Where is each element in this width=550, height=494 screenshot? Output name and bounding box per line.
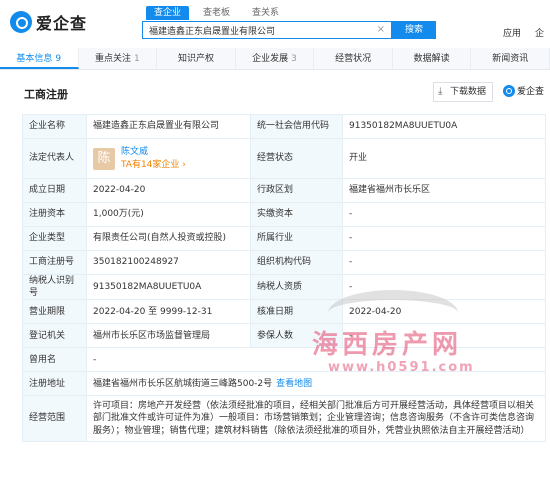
- field-label: 组织机构代码: [250, 250, 343, 275]
- download-data-button[interactable]: 下载数据: [433, 82, 493, 102]
- field-label: 曾用名: [22, 347, 87, 373]
- table-row: 注册地址 福建省福州市长乐区航城街道三峰路500-2号 查看地图: [22, 371, 546, 397]
- term-value: 2022-04-20 至 9999-12-31: [86, 299, 251, 325]
- table-row: 企业类型 有限责任公司(自然人投资或控股) 所属行业 -: [22, 226, 546, 251]
- org-code-value: -: [342, 250, 546, 275]
- field-label: 企业名称: [22, 114, 87, 139]
- tab-search-relation[interactable]: 查关系: [244, 6, 287, 20]
- site-logo[interactable]: 爱企查: [10, 10, 87, 34]
- legal-rep-cell: 陈 陈文威 TA有14家企业 ›: [86, 138, 251, 179]
- logo-icon: [10, 11, 32, 33]
- address-cell: 福建省福州市长乐区航城街道三峰路500-2号 查看地图: [86, 371, 546, 397]
- table-row: 纳税人识别号 91350182MA8UUETU0A 纳税人资质 -: [22, 273, 546, 301]
- tab-label: 重点关注: [94, 54, 131, 64]
- table-row: 经营范围 许可项目：房地产开发经营（依法须经批准的项目，经相关部门批准后方可开展…: [22, 395, 546, 442]
- field-label: 经营范围: [22, 395, 87, 442]
- avatar[interactable]: 陈: [93, 147, 115, 170]
- tab-operations[interactable]: 经营状况: [314, 48, 393, 69]
- field-label: 所属行业: [250, 226, 343, 251]
- field-label: 实缴资本: [250, 202, 343, 227]
- tab-data-insight[interactable]: 数据解读: [393, 48, 472, 69]
- status-value: 开业: [342, 138, 546, 179]
- industry-value: -: [342, 226, 546, 251]
- paid-capital-value: -: [342, 202, 546, 227]
- tab-count: 1: [134, 54, 140, 64]
- table-row: 营业期限 2022-04-20 至 9999-12-31 核准日期 2022-0…: [22, 299, 546, 325]
- brand-badge[interactable]: 爱企查: [503, 84, 544, 97]
- apps-menu[interactable]: 应用: [503, 26, 521, 39]
- insured-value: -: [342, 323, 546, 349]
- field-label: 工商注册号: [22, 250, 87, 275]
- table-row: 工商注册号 350182100248927 组织机构代码 -: [22, 250, 546, 275]
- tab-news[interactable]: 新闻资讯: [471, 48, 550, 69]
- table-row: 曾用名 -: [22, 347, 546, 373]
- logo-text: 爱企查: [36, 14, 88, 33]
- view-map-link[interactable]: 查看地图: [276, 379, 312, 389]
- field-label: 注册地址: [22, 371, 87, 397]
- search-box: ×: [142, 21, 392, 39]
- field-label: 成立日期: [22, 178, 87, 203]
- field-label: 企业类型: [22, 226, 87, 251]
- credit-code-value: 91350182MA8UUETU0A: [342, 114, 546, 139]
- field-label: 登记机关: [22, 323, 87, 349]
- tab-label: 数据解读: [413, 54, 450, 64]
- search-input[interactable]: [143, 22, 371, 38]
- top-header: 爱企查 查企业 查老板 查关系 × 搜索 应用 企: [0, 0, 550, 44]
- company-type-value: 有限责任公司(自然人投资或控股): [86, 226, 251, 251]
- tab-label: 新闻资讯: [492, 54, 529, 64]
- clear-icon[interactable]: ×: [377, 24, 385, 35]
- company-name-value: 福建造鑫正东启晟置业有限公司: [86, 114, 251, 139]
- approval-date-value: 2022-04-20: [342, 299, 546, 325]
- tab-search-boss[interactable]: 查老板: [195, 6, 238, 20]
- section-title: 工商注册: [24, 88, 68, 101]
- field-label: 纳税人资质: [250, 273, 343, 301]
- tab-label: 经营状况: [335, 54, 372, 64]
- table-row: 注册资本 1,000万(元) 实缴资本 -: [22, 202, 546, 227]
- brand-icon: [503, 84, 515, 97]
- district-value: 福建省福州市长乐区: [342, 178, 546, 203]
- business-scope-value: 许可项目：房地产开发经营（依法须经批准的项目，经相关部门批准后方可开展经营活动，…: [86, 395, 546, 442]
- field-label: 营业期限: [22, 299, 87, 325]
- tab-key-focus[interactable]: 重点关注 1: [79, 48, 158, 69]
- tab-basic-info[interactable]: 基本信息 9: [0, 48, 79, 69]
- brand-label: 爱企查: [517, 87, 545, 97]
- field-label: 行政区划: [250, 178, 343, 203]
- field-label: 注册资本: [22, 202, 87, 227]
- table-row: 登记机关 福州市长乐区市场监督管理局 参保人数 -: [22, 323, 546, 349]
- related-companies-link[interactable]: TA有14家企业 ›: [121, 159, 186, 171]
- field-label: 经营状态: [250, 138, 343, 179]
- tab-label: 知识产权: [177, 54, 214, 64]
- field-label: 法定代表人: [22, 138, 87, 179]
- search-tabs: 查企业 查老板 查关系: [146, 6, 293, 20]
- former-name-value: -: [86, 347, 546, 373]
- field-label: 核准日期: [250, 299, 343, 325]
- reg-no-value: 350182100248927: [86, 250, 251, 275]
- field-label: 参保人数: [250, 323, 343, 349]
- business-registration-table: 企业名称 福建造鑫正东启晟置业有限公司 统一社会信用代码 91350182MA8…: [22, 114, 546, 442]
- authority-value: 福州市长乐区市场监督管理局: [86, 323, 251, 349]
- table-row: 企业名称 福建造鑫正东启晟置业有限公司 统一社会信用代码 91350182MA8…: [22, 114, 546, 139]
- tab-label: 基本信息: [16, 54, 53, 64]
- tab-search-company[interactable]: 查企业: [146, 6, 190, 20]
- table-row: 成立日期 2022-04-20 行政区划 福建省福州市长乐区: [22, 178, 546, 203]
- address-value: 福建省福州市长乐区航城街道三峰路500-2号: [93, 378, 273, 389]
- enterprise-menu[interactable]: 企: [535, 26, 544, 39]
- tab-development[interactable]: 企业发展 3: [236, 48, 315, 69]
- taxpayer-id-value: 91350182MA8UUETU0A: [86, 273, 251, 301]
- search-button[interactable]: 搜索: [392, 21, 436, 39]
- tab-ip[interactable]: 知识产权: [157, 48, 236, 69]
- established-value: 2022-04-20: [86, 178, 251, 203]
- tab-count: 3: [291, 54, 297, 64]
- table-row: 法定代表人 陈 陈文威 TA有14家企业 › 经营状态 开业: [22, 138, 546, 179]
- reg-capital-value: 1,000万(元): [86, 202, 251, 227]
- field-label: 统一社会信用代码: [250, 114, 343, 139]
- top-right-menu: 应用 企: [489, 26, 544, 39]
- field-label: 纳税人识别号: [22, 273, 87, 301]
- taxpayer-qual-value: -: [342, 273, 546, 301]
- tab-count: 9: [55, 54, 62, 64]
- tab-label: 企业发展: [252, 54, 289, 64]
- legal-rep-link[interactable]: 陈文威: [121, 146, 186, 158]
- company-nav-tabs: 基本信息 9 重点关注 1 知识产权 企业发展 3 经营状况 数据解读 新闻资讯: [0, 48, 550, 70]
